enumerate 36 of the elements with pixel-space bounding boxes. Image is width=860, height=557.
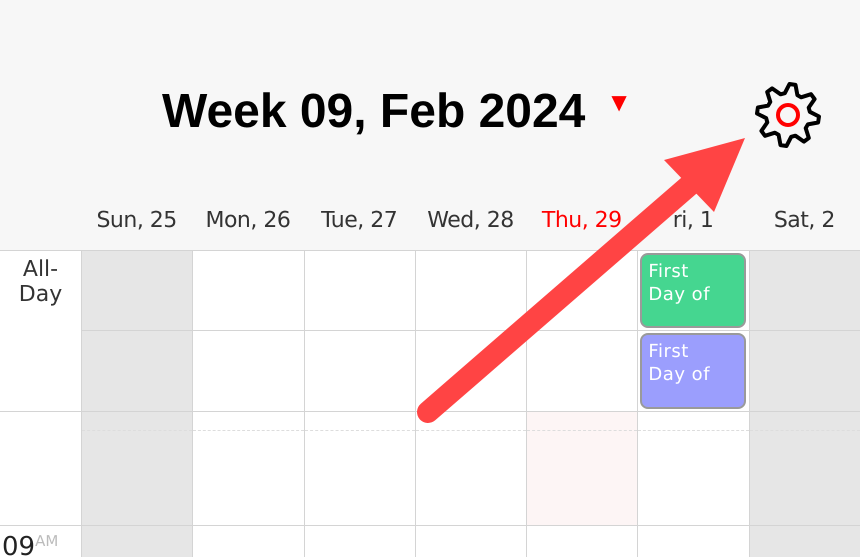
calendar-cell[interactable] [304, 411, 415, 525]
all-day-label: All-Day [18, 256, 64, 308]
calendar-cell[interactable] [748, 250, 860, 330]
calendar-cell[interactable] [748, 525, 860, 557]
day-header: Sun, 25 [96, 206, 177, 234]
calendar-cell[interactable] [748, 411, 860, 525]
day-header: Mon, 26 [205, 206, 290, 234]
calendar-cell[interactable] [414, 250, 526, 330]
calendar-cell[interactable] [637, 525, 749, 557]
day-header: Wed, 28 [427, 206, 514, 234]
calendar-cell[interactable] [81, 250, 192, 330]
day-header: ri, 1 [672, 206, 714, 234]
calendar-cell[interactable] [192, 250, 304, 330]
calendar-cell[interactable] [81, 330, 192, 411]
calendar-cell[interactable] [414, 525, 526, 557]
calendar-cell[interactable] [192, 411, 304, 525]
day-header: Sat, 2 [774, 206, 835, 234]
event-chip[interactable]: First Day of [640, 333, 746, 409]
calendar-cell[interactable] [304, 330, 415, 411]
calendar-cell[interactable] [192, 525, 304, 557]
calendar-cell[interactable] [81, 411, 192, 525]
calendar-cell[interactable] [526, 525, 638, 557]
calendar-cell[interactable] [526, 411, 638, 525]
day-header: Thu, 29 [542, 206, 622, 234]
calendar-cell[interactable] [414, 411, 526, 525]
calendar-cell[interactable] [637, 411, 749, 525]
day-header: Tue, 27 [321, 206, 398, 234]
calendar-cell[interactable] [748, 330, 860, 411]
calendar-cell[interactable] [192, 330, 304, 411]
dropdown-caret[interactable]: ▼ [611, 92, 627, 112]
calendar-cell[interactable] [81, 525, 192, 557]
calendar-cell[interactable] [304, 525, 415, 557]
calendar-cell[interactable] [304, 250, 415, 330]
calendar-cell[interactable] [526, 330, 638, 411]
event-chip[interactable]: First Day of [640, 253, 746, 328]
week-title: Week 09, Feb 2024 [162, 84, 586, 140]
